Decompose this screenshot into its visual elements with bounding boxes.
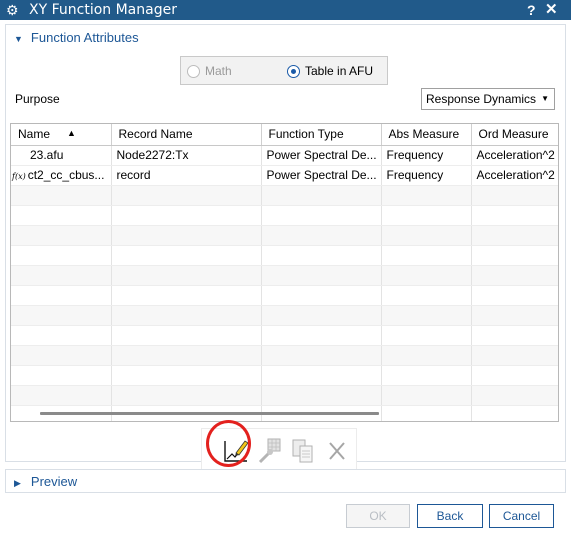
- column-header-record-name[interactable]: Record Name: [111, 124, 262, 146]
- sort-ascending-icon: ▲: [67, 128, 76, 138]
- ok-button[interactable]: OK: [346, 504, 410, 528]
- key-grid-icon[interactable]: [254, 429, 286, 473]
- empty-row: [11, 265, 558, 286]
- radio-math[interactable]: Math: [187, 64, 232, 78]
- empty-row: [11, 305, 558, 326]
- source-radio-group: Math Table in AFU: [180, 56, 388, 85]
- function-table: Name ▲ Record Name Function Type Abs Meas…: [10, 123, 559, 422]
- empty-row: [11, 345, 558, 366]
- empty-row: [11, 325, 558, 346]
- row-ord-measure: Acceleration^2: [471, 165, 558, 186]
- empty-row: [11, 285, 558, 306]
- function-icon: f(x): [12, 172, 26, 181]
- function-toolbar: [201, 428, 357, 472]
- purpose-select[interactable]: Response Dynamics ▼: [421, 88, 555, 110]
- function-attributes-header[interactable]: ▼ Function Attributes: [14, 30, 139, 45]
- cancel-button[interactable]: Cancel: [489, 504, 554, 528]
- row-record: record: [111, 165, 262, 186]
- row-name: 23.afu: [30, 148, 64, 162]
- edit-graph-icon[interactable]: [220, 429, 252, 473]
- function-attributes-title: Function Attributes: [30, 30, 139, 45]
- dropdown-arrow-icon: ▼: [541, 94, 549, 103]
- row-function-type: Power Spectral De...: [261, 145, 382, 166]
- preview-header[interactable]: ▶ Preview: [14, 474, 77, 489]
- preview-panel: ▶ Preview: [5, 469, 566, 493]
- gear-icon: ⚙: [6, 2, 19, 18]
- row-function-type: Power Spectral De...: [261, 165, 382, 186]
- title-bar: ⚙ XY Function Manager ? ✕: [0, 0, 571, 20]
- row-abs-measure: Frequency: [381, 165, 472, 186]
- row-abs-measure: Frequency: [381, 145, 472, 166]
- purpose-select-value: Response Dynamics: [426, 92, 537, 106]
- empty-row: [11, 205, 558, 226]
- empty-row: [11, 245, 558, 266]
- empty-row: [11, 225, 558, 246]
- back-button[interactable]: Back: [417, 504, 483, 528]
- horizontal-scrollbar[interactable]: [40, 412, 379, 415]
- radio-math-circle: [187, 64, 200, 78]
- radio-table-in-afu[interactable]: Table in AFU: [287, 64, 373, 78]
- row-name: ct2_cc_cbus...: [27, 168, 105, 182]
- column-header-abs-measure[interactable]: Abs Measure: [381, 124, 472, 146]
- radio-table-circle: [287, 64, 300, 78]
- help-button[interactable]: ?: [527, 1, 536, 19]
- radio-math-label: Math: [205, 64, 232, 78]
- empty-row: [11, 385, 558, 406]
- column-name-label: Name: [18, 127, 51, 142]
- column-header-name[interactable]: Name ▲: [11, 124, 112, 146]
- column-header-ord-measure[interactable]: Ord Measure: [471, 124, 558, 146]
- collapsed-triangle-icon: ▶: [14, 478, 21, 488]
- copy-icon[interactable]: [288, 429, 320, 473]
- close-button[interactable]: ✕: [545, 1, 558, 19]
- delete-icon[interactable]: [322, 429, 354, 473]
- purpose-label: Purpose: [15, 92, 60, 106]
- table-row[interactable]: f(x) ct2_cc_cbus... record Power Spectral…: [11, 165, 558, 186]
- column-header-function-type[interactable]: Function Type: [261, 124, 382, 146]
- row-record: Node2272:Tx: [111, 145, 262, 166]
- empty-row: [11, 185, 558, 206]
- expand-triangle-icon: ▼: [14, 34, 23, 44]
- empty-row: [11, 365, 558, 386]
- preview-title: Preview: [30, 474, 78, 489]
- radio-table-label: Table in AFU: [305, 64, 374, 78]
- row-ord-measure: Acceleration^2: [471, 145, 558, 166]
- window-title: XY Function Manager: [29, 2, 177, 18]
- table-row[interactable]: 23.afu Node2272:Tx Power Spectral De... …: [11, 145, 558, 166]
